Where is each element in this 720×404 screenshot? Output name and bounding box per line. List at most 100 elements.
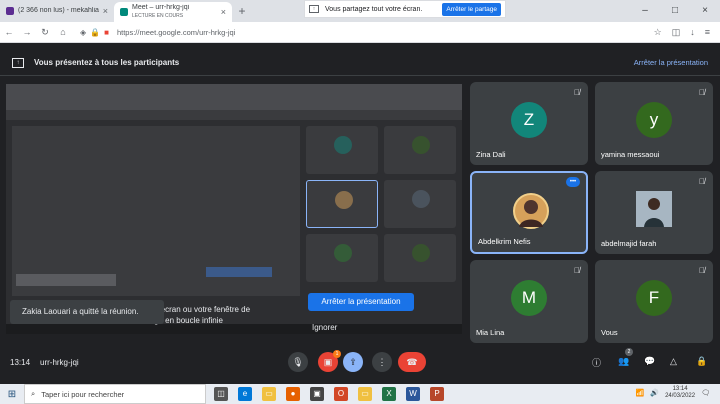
mail-icon [6, 7, 14, 15]
more-options-button[interactable]: ⋮ [372, 352, 392, 372]
overlay-line: e écran ou votre fenêtre de [154, 305, 251, 314]
meeting-controls-bar: 13:14 urr-hrkg-jqi 🎙 ▣ 1 ⇪ ⋮ ☎ ⓘ 👥 2 💬 △… [0, 347, 720, 377]
participant-tile[interactable]: F 🎙̸ Vous [595, 260, 713, 343]
avatar [636, 191, 672, 227]
participant-name: Mia Lina [476, 328, 505, 337]
minimize-icon[interactable]: – [630, 0, 660, 22]
share-notification: ↑ Vous partagez tout votre écran. Arrête… [304, 0, 506, 18]
people-count: 2 [625, 348, 633, 356]
people-icon[interactable]: 👥 [618, 356, 629, 367]
notification-badge: 1 [333, 350, 341, 358]
tray-time: 13:14 [672, 386, 688, 392]
excel-icon[interactable]: X [382, 387, 396, 401]
leave-call-button[interactable]: ☎ [398, 352, 426, 372]
mic-off-icon: 🎙̸ [574, 266, 580, 275]
tab-title: Meet – urr-hrkg-jqi [132, 4, 190, 11]
edge-icon[interactable]: e [238, 387, 252, 401]
mic-button[interactable]: 🎙 [288, 352, 308, 372]
present-screen-icon: ↑ [12, 57, 24, 68]
forward-icon[interactable]: → [18, 27, 36, 37]
folder-icon[interactable]: ▭ [358, 387, 372, 401]
camera-icon: ■ [104, 27, 109, 37]
overlay-line: ge en boucle infinie [154, 316, 223, 325]
participant-name: abdelmajid farah [601, 239, 657, 248]
activities-icon[interactable]: △ [670, 356, 677, 367]
task-view-icon[interactable]: ◫ [214, 387, 228, 401]
avatar: Z [511, 102, 547, 138]
stop-presenting-link[interactable]: Arrêter la présentation [634, 58, 708, 67]
notifications-icon[interactable]: 🗨 [701, 389, 710, 397]
home-icon[interactable]: ⌂ [54, 27, 72, 37]
presenting-text: Vous présentez à tous les participants [34, 58, 180, 67]
close-icon[interactable]: × [103, 6, 108, 16]
participant-name: Abdelkrim Nefis [478, 237, 531, 246]
ignore-button[interactable]: Ignorer [312, 323, 337, 332]
participant-tile[interactable]: y 🎙̸ yamina messaoui [595, 82, 713, 165]
stop-presentation-button[interactable]: Arrêter la présentation [308, 293, 414, 311]
participant-tile[interactable]: ••• Abdelkrim Nefis [470, 171, 588, 254]
mic-off-icon: 🎙̸ [699, 177, 705, 186]
address-bar: ← → ↻ ⌂ ◈ 🔒 ■ https://meet.google.com/ur… [0, 22, 720, 43]
bookmark-icon[interactable]: ☆ [654, 27, 662, 38]
system-tray: 📶 🔊 13:14 24/03/2022 🗨 [636, 386, 710, 400]
chat-icon[interactable]: 💬 [644, 356, 655, 367]
tab-gmail[interactable]: (2 366 non lus) - mekahlia.fzoh × [0, 0, 114, 22]
participant-name: Zina Dali [476, 150, 506, 159]
windows-taskbar: ⊞ ⌕ Taper ici pour rechercher ◫ e ▭ ● ▣ … [0, 384, 720, 404]
volume-icon[interactable]: 🔊 [650, 389, 659, 397]
present-button[interactable]: ⇪ [343, 352, 363, 372]
windows-start-icon[interactable]: ⊞ [0, 389, 24, 400]
avatar: y [636, 102, 672, 138]
meeting-code: urr-hrkg-jqi [40, 358, 79, 367]
screen-share-icon: ↑ [309, 5, 319, 13]
store-icon[interactable]: ▣ [310, 387, 324, 401]
menu-icon[interactable]: ≡ [705, 27, 710, 38]
tab-title: (2 366 non lus) - mekahlia.fzoh [18, 7, 99, 14]
shield-icon: ◈ [80, 27, 87, 37]
url-text: https://meet.google.com/urr-hrkg-jqi [116, 27, 236, 37]
file-explorer-icon[interactable]: ▭ [262, 387, 276, 401]
word-icon[interactable]: W [406, 387, 420, 401]
meeting-clock: 13:14 [10, 358, 31, 367]
search-icon: ⌕ [31, 389, 36, 398]
reload-icon[interactable]: ↻ [36, 27, 54, 38]
tab-meet[interactable]: Meet – urr-hrkg-jqi LECTURE EN COURS × [114, 2, 232, 22]
lock-icon: 🔒 [90, 27, 101, 37]
profile-photo-icon [636, 191, 672, 227]
new-tab-button[interactable]: + [232, 0, 252, 22]
info-icon[interactable]: ⓘ [592, 356, 601, 369]
taskbar-search[interactable]: ⌕ Taper ici pour rechercher [24, 384, 206, 404]
share-text: Vous partagez tout votre écran. [325, 5, 423, 13]
participant-name: Vous [601, 328, 618, 337]
close-icon[interactable]: × [221, 7, 226, 17]
mic-off-icon: 🎙̸ [574, 88, 580, 97]
participant-tile[interactable]: 🎙̸ abdelmajid farah [595, 171, 713, 254]
mic-off-icon: 🎙̸ [699, 266, 705, 275]
screen: (2 366 non lus) - mekahlia.fzoh × Meet –… [0, 0, 720, 404]
overlay-message: e écran ou votre fenêtre de ge en boucle… [154, 304, 250, 326]
powerpoint-icon[interactable]: P [430, 387, 444, 401]
participant-name: yamina messaoui [601, 150, 660, 159]
avatar: M [511, 280, 547, 316]
host-controls-icon[interactable]: 🔒 [696, 356, 707, 367]
close-window-icon[interactable]: × [690, 0, 720, 22]
participant-tile[interactable]: Z 🎙̸ Zina Dali [470, 82, 588, 165]
maximize-icon[interactable]: □ [660, 0, 690, 22]
office-icon[interactable]: O [334, 387, 348, 401]
firefox-icon[interactable]: ● [286, 387, 300, 401]
tab-subtitle: LECTURE EN COURS [132, 13, 184, 19]
window-controls: – □ × [630, 0, 720, 22]
url-field[interactable]: ◈ 🔒 ■ https://meet.google.com/urr-hrkg-j… [80, 25, 654, 40]
pocket-icon[interactable]: ◫ [672, 27, 681, 38]
presenting-bar: ↑ Vous présentez à tous les participants… [0, 50, 720, 76]
profile-photo-icon [519, 200, 543, 227]
meet-icon [120, 8, 128, 16]
participant-tile[interactable]: M 🎙̸ Mia Lina [470, 260, 588, 343]
stop-sharing-button[interactable]: Arrêter le partage [442, 2, 501, 16]
taskbar-search-placeholder: Taper ici pour rechercher [41, 389, 125, 399]
back-icon[interactable]: ← [0, 27, 18, 37]
notification-toast: Zakia Laouari a quitté la réunion. [10, 300, 164, 324]
download-icon[interactable]: ↓ [690, 27, 695, 38]
mic-off-icon: 🎙̸ [699, 88, 705, 97]
network-icon[interactable]: 📶 [636, 389, 645, 397]
